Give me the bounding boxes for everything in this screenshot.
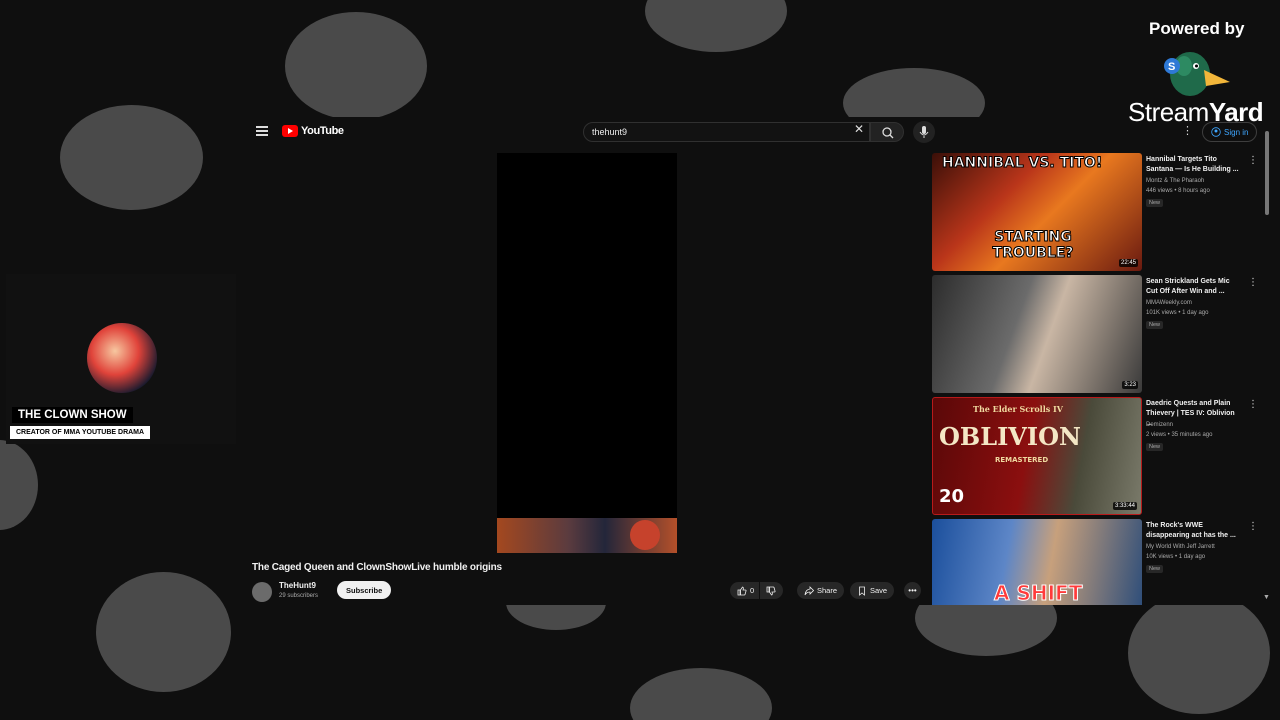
share-icon bbox=[804, 585, 814, 595]
subscribe-button[interactable]: Subscribe bbox=[337, 581, 392, 599]
background-blob bbox=[645, 0, 787, 52]
thumbnail-text: REMASTERED bbox=[995, 456, 1049, 464]
microphone-icon bbox=[919, 126, 929, 138]
video-player[interactable] bbox=[497, 153, 677, 553]
recommendation-item[interactable]: A SHIFT The Rock's WWE disappearing act … bbox=[932, 519, 1262, 605]
recommendation-thumbnail[interactable]: A SHIFT bbox=[932, 519, 1142, 605]
search-input[interactable]: thehunt9 bbox=[583, 122, 870, 142]
thumbnail-text: 20 bbox=[939, 486, 965, 507]
streamyard-duck-logo-icon: S bbox=[1164, 52, 1230, 96]
youtube-header: YouTube thehunt9 ✕ ⋮ Sign in bbox=[246, 117, 1272, 147]
more-options-icon[interactable]: ⋮ bbox=[1248, 399, 1258, 410]
recommendation-meta: 2 views • 35 minutes ago bbox=[1146, 432, 1213, 438]
save-label: Save bbox=[870, 586, 888, 595]
channel-name[interactable]: TheHunt9 bbox=[279, 581, 316, 590]
background-blob bbox=[285, 12, 427, 120]
scroll-down-arrow-icon[interactable]: ▼ bbox=[1263, 594, 1270, 601]
thumbnail-text: OBLIVION bbox=[939, 422, 1081, 451]
streamyard-word-yard: Yard bbox=[1208, 97, 1264, 127]
video-duration: 22:45 bbox=[1118, 259, 1138, 267]
streamyard-wordmark: StreamYard bbox=[1128, 97, 1264, 128]
new-badge: New bbox=[1146, 443, 1164, 451]
recommendation-title[interactable]: The Rock's WWE disappearing act has the … bbox=[1146, 521, 1240, 541]
menu-icon[interactable] bbox=[256, 126, 268, 136]
search-button[interactable] bbox=[870, 122, 904, 142]
show-subtitle-lower-third: CREATOR OF MMA YOUTUBE DRAMA bbox=[10, 426, 151, 439]
recommendation-channel[interactable]: MMAWeekly.com bbox=[1146, 300, 1192, 306]
new-badge: New bbox=[1146, 565, 1164, 573]
host-avatar bbox=[87, 323, 157, 393]
clear-search-icon[interactable]: ✕ bbox=[854, 122, 864, 136]
youtube-play-icon bbox=[282, 125, 298, 137]
video-duration: 3:23 bbox=[1122, 381, 1138, 389]
search-icon bbox=[882, 127, 894, 139]
recommendation-thumbnail[interactable]: HANNIBAL VS. TITO! STARTING TROUBLE? 22:… bbox=[932, 153, 1142, 271]
background-blob bbox=[630, 668, 772, 720]
more-options-icon[interactable]: ⋮ bbox=[1248, 277, 1258, 288]
background-blob bbox=[1128, 592, 1270, 714]
thumbs-down-icon bbox=[766, 586, 776, 595]
scrollbar-thumb[interactable] bbox=[1265, 131, 1269, 215]
video-title: The Caged Queen and ClownShowLive humble… bbox=[252, 562, 502, 573]
new-badge: New bbox=[1146, 321, 1164, 329]
share-label: Share bbox=[817, 586, 838, 595]
youtube-logo[interactable]: YouTube bbox=[282, 125, 344, 137]
like-dislike-group: 0 bbox=[730, 582, 784, 599]
recommendation-title[interactable]: Sean Strickland Gets Mic Cut Off After W… bbox=[1146, 277, 1240, 297]
powered-by-label: Powered by bbox=[1149, 19, 1245, 38]
like-count: 0 bbox=[750, 586, 755, 595]
recommendation-meta: 446 views • 8 hours ago bbox=[1146, 188, 1210, 194]
svg-text:S: S bbox=[1168, 61, 1175, 73]
recommendation-channel[interactable]: Montz & The Pharaoh bbox=[1146, 178, 1204, 184]
dislike-button[interactable] bbox=[760, 582, 784, 599]
like-button[interactable]: 0 bbox=[730, 582, 760, 599]
show-name-lower-third: THE CLOWN SHOW bbox=[12, 407, 133, 423]
background-blob bbox=[60, 105, 203, 210]
background-blob bbox=[0, 440, 38, 530]
recommendation-channel[interactable]: Demizenn bbox=[1146, 422, 1173, 428]
youtube-logo-text: YouTube bbox=[301, 125, 344, 137]
share-button[interactable]: Share bbox=[797, 582, 845, 599]
streamyard-word-stream: Stream bbox=[1128, 97, 1209, 127]
bookmark-icon bbox=[859, 586, 865, 596]
video-preview-thumbnail bbox=[497, 518, 677, 553]
share-group: Share bbox=[797, 582, 845, 599]
more-options-icon[interactable]: ⋮ bbox=[1248, 521, 1258, 532]
recommendation-item[interactable]: 3:23 Sean Strickland Gets Mic Cut Off Af… bbox=[932, 275, 1262, 393]
recommendation-meta: 10K views • 1 day ago bbox=[1146, 554, 1206, 560]
sign-in-label: Sign in bbox=[1224, 127, 1249, 137]
recommendation-item[interactable]: The Elder Scrolls IV OBLIVION REMASTERED… bbox=[932, 397, 1262, 515]
subscriber-count: 29 subscribers bbox=[279, 593, 319, 599]
recommendation-thumbnail[interactable]: The Elder Scrolls IV OBLIVION REMASTERED… bbox=[932, 397, 1142, 515]
channel-avatar[interactable] bbox=[252, 582, 272, 602]
thumbnail-text: HANNIBAL VS. TITO! bbox=[941, 155, 1103, 172]
account-icon bbox=[1211, 127, 1221, 137]
video-duration: 3:33:44 bbox=[1112, 502, 1137, 510]
recommendation-channel[interactable]: My World With Jeff Jarrett bbox=[1146, 544, 1215, 550]
more-actions-button[interactable]: ••• bbox=[904, 582, 921, 599]
recommendation-meta: 101K views • 1 day ago bbox=[1146, 310, 1209, 316]
youtube-page: YouTube thehunt9 ✕ ⋮ Sign in The Caged Q… bbox=[246, 117, 1272, 605]
recommendation-item[interactable]: HANNIBAL VS. TITO! STARTING TROUBLE? 22:… bbox=[932, 153, 1262, 271]
background-blob bbox=[96, 572, 231, 692]
new-badge: New bbox=[1146, 199, 1164, 207]
recommendation-thumbnail[interactable]: 3:23 bbox=[932, 275, 1142, 393]
voice-search-button[interactable] bbox=[913, 121, 935, 143]
more-options-icon[interactable]: ⋮ bbox=[1248, 155, 1258, 166]
thumbs-up-icon bbox=[737, 586, 747, 595]
more-horizontal-icon: ••• bbox=[908, 586, 917, 595]
more-actions-group: ••• bbox=[904, 582, 921, 599]
thumbnail-text: A SHIFT bbox=[993, 581, 1083, 606]
save-group: Save bbox=[850, 582, 895, 599]
recommendation-title[interactable]: Hannibal Targets Tito Santana — Is He Bu… bbox=[1146, 155, 1240, 175]
thumbnail-text: STARTING TROUBLE? bbox=[992, 229, 1074, 262]
thumbnail-text: The Elder Scrolls IV bbox=[973, 404, 1063, 414]
save-button[interactable]: Save bbox=[850, 582, 895, 599]
